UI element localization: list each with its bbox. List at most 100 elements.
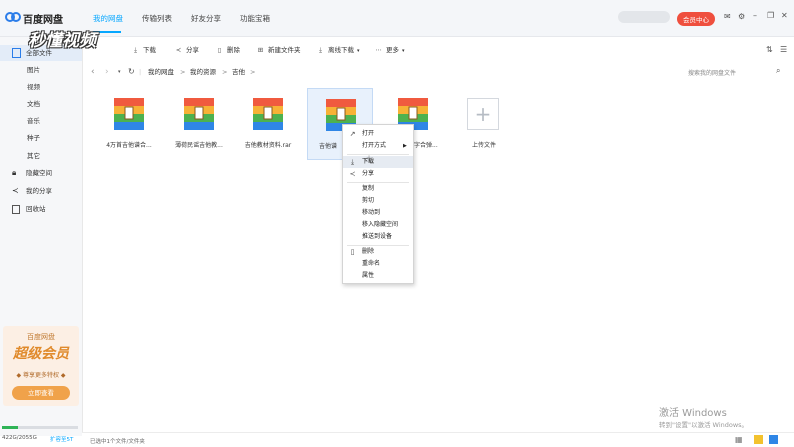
grid-view-icon[interactable]: ▦ <box>735 435 743 444</box>
sidebar-item-other[interactable]: 其它 <box>0 148 82 164</box>
tab-transfers[interactable]: 传输列表 <box>142 13 172 24</box>
sidebar-item-label: 其它 <box>27 152 40 160</box>
menu-item-open[interactable]: ↗ 打开 <box>343 128 413 140</box>
breadcrumb-separator: > <box>222 68 228 76</box>
super-vip-promo[interactable]: 百度网盘 超级会员 ◆ 尊享更多特权 ◆ 立即查看 <box>3 326 79 406</box>
offline-download-button[interactable]: ⤓ 离线下载 ▾ <box>316 42 360 58</box>
menu-item-push-device[interactable]: 推送到设备 <box>343 231 413 243</box>
download-label: 下载 <box>143 46 156 54</box>
sidebar-item-hidden-space[interactable]: 🔒︎ 隐藏空间 <box>0 165 82 181</box>
task-icon[interactable] <box>769 435 778 444</box>
lock-icon: 🔒︎ <box>12 168 17 177</box>
sidebar-item-label: 音乐 <box>27 117 40 125</box>
sidebar-item-images[interactable]: 图片 <box>0 62 82 78</box>
breadcrumb-divider: | <box>139 68 142 76</box>
trash-icon: ▯ <box>350 248 355 256</box>
file-item[interactable]: 吉他教材资料.rar <box>227 88 309 160</box>
sidebar-item-recycle-bin[interactable]: 回收站 <box>0 201 82 217</box>
refresh-icon[interactable]: ↻ <box>128 64 135 80</box>
menu-item-open-with[interactable]: 打开方式 ▶ <box>343 140 413 152</box>
user-name-blurred[interactable] <box>618 11 670 23</box>
search-icon[interactable]: ⌕ <box>776 66 780 76</box>
share-icon: ≺ <box>175 46 182 54</box>
app-title: 百度网盘 <box>23 15 63 26</box>
sidebar-item-label: 文档 <box>27 100 40 108</box>
sidebar-item-torrents[interactable]: 种子 <box>0 130 82 146</box>
open-icon: ↗ <box>349 130 356 138</box>
status-bar: 已选中1个文件/文件夹 ▦ <box>82 432 794 447</box>
breadcrumb-separator: > <box>180 68 186 76</box>
sidebar-item-label: 图片 <box>27 66 40 74</box>
menu-item-copy[interactable]: 复制 <box>343 183 413 195</box>
delete-button[interactable]: ▯ 删除 <box>215 42 240 58</box>
download-button[interactable]: ⤓ 下载 <box>131 42 156 58</box>
sort-icon[interactable]: ⇅ <box>766 45 773 54</box>
breadcrumb-my-drive[interactable]: 我的网盘 <box>148 64 174 80</box>
active-tab-indicator <box>93 31 121 33</box>
share-icon: ≺ <box>12 186 19 195</box>
promo-title: 超级会员 <box>13 346 69 362</box>
sidebar-item-music[interactable]: 音乐 <box>0 113 82 129</box>
offline-label: 离线下载 <box>328 46 354 54</box>
menu-item-rename[interactable]: 重命名 <box>343 258 413 270</box>
promo-view-button[interactable]: 立即查看 <box>12 386 70 400</box>
menu-item-label: 移入隐藏空间 <box>362 221 399 228</box>
sidebar-item-my-shares[interactable]: ≺ 我的分享 <box>0 183 82 199</box>
new-folder-button[interactable]: ⊞ 新建文件夹 <box>256 42 301 58</box>
back-icon[interactable]: ‹ <box>91 64 95 80</box>
minimize-icon[interactable]: – <box>753 11 757 20</box>
cloud-logo-icon <box>5 12 21 22</box>
more-button[interactable]: ⋯ 更多 ▾ <box>374 42 405 58</box>
tab-toolbox[interactable]: 功能宝箱 <box>240 13 270 24</box>
file-icon <box>12 48 21 58</box>
menu-item-share[interactable]: ≺ 分享 <box>343 168 413 180</box>
menu-item-download[interactable]: ⤓ 下载 <box>343 156 413 168</box>
breadcrumb-guitar[interactable]: 吉他 <box>232 64 245 80</box>
selection-status: 已选中1个文件/文件夹 <box>90 439 145 445</box>
history-dropdown-icon[interactable]: ▾ <box>118 64 121 80</box>
mail-icon[interactable]: ✉ <box>724 12 731 21</box>
zip-archive-icon <box>184 98 214 130</box>
restore-icon[interactable]: ❐ <box>767 11 774 20</box>
trash-icon <box>12 205 20 214</box>
forward-icon[interactable]: › <box>105 64 109 80</box>
menu-item-label: 打开 <box>362 130 375 137</box>
mouse-pointer-icon: ☝ <box>365 155 371 165</box>
gear-icon[interactable]: ⚙ <box>738 12 745 21</box>
sidebar-item-label: 种子 <box>27 134 40 142</box>
menu-item-delete[interactable]: ▯ 删除 <box>343 246 413 258</box>
expand-storage-link[interactable]: 扩容至5T <box>50 435 73 443</box>
top-bar: 百度网盘 我的网盘 传输列表 好友分享 功能宝箱 会员中心 ✉ ⚙ – ❐ ✕ <box>0 0 794 37</box>
menu-item-label: 推送到设备 <box>362 233 393 240</box>
list-view-icon[interactable]: ☰ <box>780 45 787 54</box>
activate-windows-line: 转到"设置"以激活 Windows。 <box>659 421 749 429</box>
menu-item-move-to[interactable]: 移动到 <box>343 207 413 219</box>
share-button[interactable]: ≺ 分享 <box>174 42 199 58</box>
menu-item-properties[interactable]: 属性 <box>343 270 413 282</box>
context-menu: ↗ 打开 打开方式 ▶ ⤓ 下载 ≺ 分享 复制 剪切 移动到 移入隐藏空间 推送到设备… <box>342 124 414 284</box>
file-name: 吉他教材资料.rar <box>244 142 292 149</box>
sidebar-item-videos[interactable]: 视频 <box>0 79 82 95</box>
sidebar-item-docs[interactable]: 文档 <box>0 96 82 112</box>
zip-archive-icon <box>253 98 283 130</box>
menu-item-move-hidden[interactable]: 移入隐藏空间 <box>343 219 413 231</box>
video-watermark-logo: 秒懂视频 <box>28 31 96 51</box>
tab-friend-share[interactable]: 好友分享 <box>191 13 221 24</box>
breadcrumb-my-resources[interactable]: 我的资源 <box>190 64 216 80</box>
menu-item-label: 重命名 <box>362 260 381 267</box>
menu-item-cut[interactable]: 剪切 <box>343 195 413 207</box>
chevron-down-icon: ▾ <box>402 48 405 54</box>
file-name: 上传文件 <box>471 142 496 149</box>
promo-brand: 百度网盘 <box>27 333 55 341</box>
close-icon[interactable]: ✕ <box>781 11 788 20</box>
share-label: 分享 <box>186 46 199 54</box>
notes-icon[interactable] <box>754 435 763 444</box>
chevron-down-icon: ▾ <box>357 48 360 54</box>
download-icon: ⤓ <box>350 158 355 166</box>
upload-file-tile[interactable]: + 上传文件 <box>443 88 525 160</box>
vip-center-button[interactable]: 会员中心 <box>677 12 715 26</box>
chevron-right-icon: ▶ <box>403 143 407 149</box>
menu-item-label: 移动到 <box>362 209 381 216</box>
tab-my-drive[interactable]: 我的网盘 <box>93 13 123 24</box>
search-input[interactable]: 搜索我的网盘文件 ⌕ <box>680 64 788 80</box>
